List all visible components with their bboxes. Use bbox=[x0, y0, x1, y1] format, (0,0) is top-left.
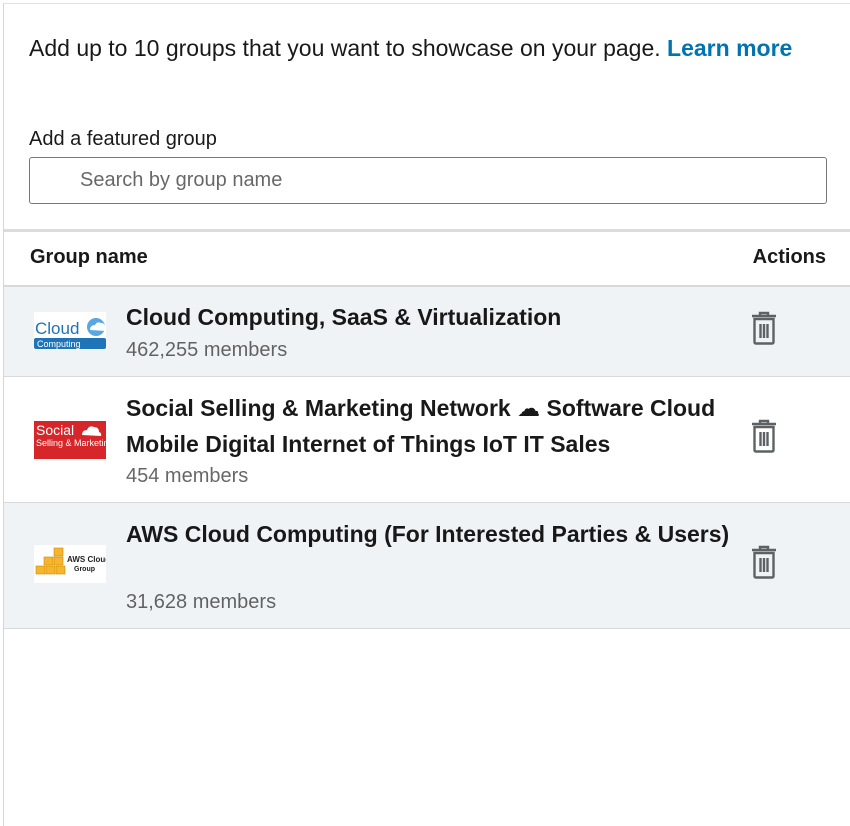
member-count: 462,255 members bbox=[126, 339, 288, 361]
trash-icon[interactable] bbox=[750, 311, 778, 345]
cloud-computing-logo: Cloud Computing bbox=[34, 312, 106, 350]
aws-logo-title: AWS Cloud bbox=[67, 555, 106, 564]
table-top-divider bbox=[4, 229, 850, 232]
group-name[interactable]: Social Selling & Marketing Network ☁ Sof… bbox=[126, 390, 736, 462]
learn-more-link[interactable]: Learn more bbox=[667, 35, 792, 61]
trash-icon[interactable] bbox=[750, 419, 778, 453]
aws-cloud-group-logo: AWS Cloud Group bbox=[34, 545, 106, 583]
social-logo-title: Social bbox=[36, 422, 74, 438]
group-name[interactable]: AWS Cloud Computing (For Interested Part… bbox=[126, 516, 736, 552]
table-row: AWS Cloud Group AWS Cloud Computing (For… bbox=[4, 503, 850, 629]
search-field-label: Add a featured group bbox=[29, 128, 217, 150]
aws-logo-subtitle: Group bbox=[74, 566, 95, 573]
group-name[interactable]: Cloud Computing, SaaS & Virtualization bbox=[126, 299, 736, 335]
group-search-input[interactable] bbox=[30, 158, 826, 203]
intro-text: Add up to 10 groups that you want to sho… bbox=[29, 30, 829, 66]
member-count: 454 members bbox=[126, 465, 249, 487]
table-row: Social Selling & Marketing Social Sellin… bbox=[4, 377, 850, 503]
column-header-actions: Actions bbox=[752, 246, 826, 268]
cloud-logo-title: Cloud bbox=[35, 319, 79, 338]
search-box[interactable] bbox=[29, 157, 827, 204]
featured-groups-panel: Add up to 10 groups that you want to sho… bbox=[3, 3, 850, 826]
social-selling-logo: Social Selling & Marketing bbox=[34, 421, 106, 459]
intro-description: Add up to 10 groups that you want to sho… bbox=[29, 35, 661, 61]
member-count: 31,628 members bbox=[126, 591, 277, 613]
cloud-logo-subtitle: Computing bbox=[37, 339, 81, 349]
trash-icon[interactable] bbox=[750, 545, 778, 579]
table-row: Cloud Computing Cloud Computing, SaaS & … bbox=[4, 287, 850, 377]
social-logo-subtitle: Selling & Marketing bbox=[36, 438, 106, 448]
column-header-group-name: Group name bbox=[30, 246, 148, 268]
